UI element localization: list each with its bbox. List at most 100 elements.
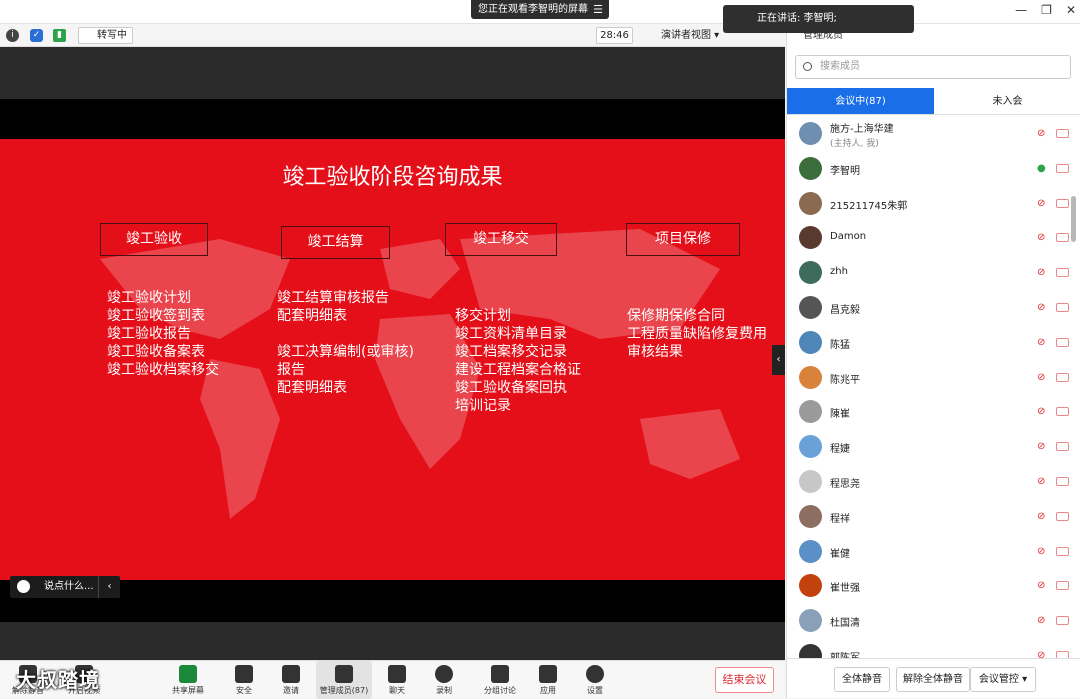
tab-not-joined[interactable]: 未入会 xyxy=(934,88,1080,115)
screen-share-banner[interactable]: 您正在观看李智明的屏幕 ☰ xyxy=(471,0,609,19)
camera-off-icon[interactable] xyxy=(1056,372,1069,382)
minimize-button[interactable]: — xyxy=(1015,3,1027,17)
meeting-timer: 28:46 xyxy=(596,27,633,44)
list-item[interactable]: 崔世强 ⊘ xyxy=(787,568,1080,603)
member-list: 施方-上海华建 (主持人, 我) ⊘ 李智明 ● 215211745朱郭 ⊘ Damon ⊘ zh… xyxy=(787,116,1080,658)
camera-off-icon[interactable] xyxy=(1056,546,1069,556)
microphone-muted-icon[interactable]: ⊘ xyxy=(1037,372,1047,383)
microphone-muted-icon[interactable]: ⊘ xyxy=(1037,441,1047,452)
invite-button[interactable]: 邀请 xyxy=(267,661,315,699)
list-item[interactable]: 施方-上海华建 (主持人, 我) ⊘ xyxy=(787,116,1080,151)
microphone-muted-icon[interactable]: ⊘ xyxy=(1037,232,1047,243)
close-button[interactable]: ✕ xyxy=(1066,3,1076,17)
camera-off-icon[interactable] xyxy=(1056,198,1069,208)
member-search-input[interactable]: 搜索成员 xyxy=(795,55,1071,79)
camera-off-icon[interactable] xyxy=(1056,407,1069,417)
chat-placeholder: 说点什么... xyxy=(44,581,94,592)
meeting-controls-button[interactable]: 会议管控 ▾ xyxy=(970,667,1036,692)
list-item[interactable]: 程思尧 ⊘ xyxy=(787,464,1080,499)
microphone-muted-icon[interactable]: ⊘ xyxy=(1037,406,1047,417)
transcribe-button[interactable]: 转写中 xyxy=(78,27,133,44)
microphone-muted-icon[interactable]: ⊘ xyxy=(1037,128,1047,139)
avatar xyxy=(799,504,822,528)
scrollbar[interactable] xyxy=(1071,196,1076,242)
panel-footer: 全体静音 解除全体静音 会议管控 ▾ xyxy=(787,658,1080,698)
list-item: 竣工验收备案表 xyxy=(107,344,205,360)
list-item[interactable]: 昌克毅 ⊘ xyxy=(787,290,1080,325)
chat-icon xyxy=(388,665,406,683)
collapse-panel-chevron-icon[interactable]: ‹ xyxy=(772,345,785,375)
info-icon[interactable]: i xyxy=(6,29,19,42)
chat-button[interactable]: 聊天 xyxy=(373,661,421,699)
member-name: 程祥 xyxy=(830,513,850,525)
list-item[interactable]: 程婕 ⊘ xyxy=(787,429,1080,464)
microphone-muted-icon[interactable]: ● xyxy=(1037,163,1047,174)
microphone-muted-icon[interactable]: ⊘ xyxy=(1037,198,1047,209)
microphone-muted-icon[interactable]: ⊘ xyxy=(1037,546,1047,557)
camera-off-icon[interactable] xyxy=(1056,581,1069,591)
list-item[interactable]: 陈兆平 ⊘ xyxy=(787,360,1080,395)
speaking-indicator: 正在讲话: 李智明; xyxy=(723,5,914,33)
manage-members-button[interactable]: 管理成员(87) xyxy=(316,661,372,699)
security-button[interactable]: 安全 xyxy=(220,661,268,699)
camera-off-icon[interactable] xyxy=(1056,616,1069,626)
microphone-muted-icon[interactable]: ⊘ xyxy=(1037,511,1047,522)
member-name: 程婕 xyxy=(830,444,850,456)
settings-button[interactable]: 设置 xyxy=(571,661,619,699)
signal-icon[interactable]: ▮ xyxy=(53,29,66,42)
camera-off-icon[interactable] xyxy=(1056,442,1069,452)
button-label: 共享屏幕 xyxy=(172,686,204,695)
column-settlement-items: 竣工结算审核报告 配套明细表 竣工决算编制(或审核) 报告 配套明细表 xyxy=(277,289,414,397)
mute-all-button[interactable]: 全体静音 xyxy=(834,667,890,692)
microphone-muted-icon[interactable]: ⊘ xyxy=(1037,476,1047,487)
camera-off-icon[interactable] xyxy=(1056,233,1069,243)
microphone-muted-icon[interactable]: ⊘ xyxy=(1037,267,1047,278)
unmute-all-button[interactable]: 解除全体静音 xyxy=(896,667,970,692)
microphone-muted-icon[interactable]: ⊘ xyxy=(1037,615,1047,626)
camera-off-icon[interactable] xyxy=(1056,476,1069,486)
list-item[interactable]: 陈猛 ⊘ xyxy=(787,325,1080,360)
chat-input[interactable]: 说点什么... ‹ xyxy=(10,576,120,598)
list-item[interactable]: 陳崔 ⊘ xyxy=(787,394,1080,429)
breakout-button[interactable]: 分组讨论 xyxy=(476,661,524,699)
avatar xyxy=(799,330,822,354)
list-item[interactable]: 郭陈军 ⊘ xyxy=(787,638,1080,658)
microphone-muted-icon[interactable]: ⊘ xyxy=(1037,650,1047,658)
emoji-icon[interactable] xyxy=(17,580,30,593)
header-final-settlement: 竣工结算 xyxy=(281,226,390,259)
camera-off-icon[interactable] xyxy=(1056,511,1069,521)
chevron-left-icon[interactable]: ‹ xyxy=(98,576,120,598)
meeting-toolbar: i ✓ ▮ 转写中 28:46 演讲者视图 ▾ xyxy=(0,24,785,47)
camera-off-icon[interactable] xyxy=(1056,163,1069,173)
list-item: 竣工验收计划 xyxy=(107,290,191,306)
list-item: 配套明细表 xyxy=(277,380,347,396)
list-item[interactable]: 杜国清 ⊘ xyxy=(787,603,1080,638)
microphone-muted-icon[interactable]: ⊘ xyxy=(1037,302,1047,313)
share-screen-button[interactable]: 共享屏幕 xyxy=(164,661,212,699)
letterbox-top xyxy=(0,99,785,139)
camera-off-icon[interactable] xyxy=(1056,337,1069,347)
search-placeholder: 搜索成员 xyxy=(820,61,860,72)
camera-off-icon[interactable] xyxy=(1056,650,1069,658)
list-item[interactable]: 李智明 ● xyxy=(787,151,1080,186)
camera-off-icon[interactable] xyxy=(1056,268,1069,278)
tab-in-meeting[interactable]: 会议中(87) xyxy=(787,88,934,115)
camera-off-icon[interactable] xyxy=(1056,129,1069,138)
microphone-muted-icon[interactable]: ⊘ xyxy=(1037,337,1047,348)
camera-off-icon[interactable] xyxy=(1056,302,1069,312)
restore-button[interactable]: ❐ xyxy=(1041,3,1052,17)
avatar xyxy=(799,156,822,180)
apps-button[interactable]: 应用 xyxy=(524,661,572,699)
list-item[interactable]: 215211745朱郭 ⊘ xyxy=(787,186,1080,221)
shield-icon[interactable]: ✓ xyxy=(30,29,43,42)
member-name: 李智明 xyxy=(830,165,860,177)
list-item[interactable]: 崔健 ⊘ xyxy=(787,534,1080,569)
list-item[interactable]: 程祥 ⊘ xyxy=(787,499,1080,534)
microphone-muted-icon[interactable]: ⊘ xyxy=(1037,580,1047,591)
end-meeting-button[interactable]: 结束会议 xyxy=(715,667,774,693)
speaker-view-button[interactable]: 演讲者视图 ▾ xyxy=(643,27,723,44)
menu-icon[interactable]: ☰ xyxy=(593,0,603,19)
list-item[interactable]: Damon ⊘ xyxy=(787,220,1080,255)
list-item[interactable]: zhh ⊘ xyxy=(787,255,1080,290)
record-button[interactable]: 录制 xyxy=(420,661,468,699)
